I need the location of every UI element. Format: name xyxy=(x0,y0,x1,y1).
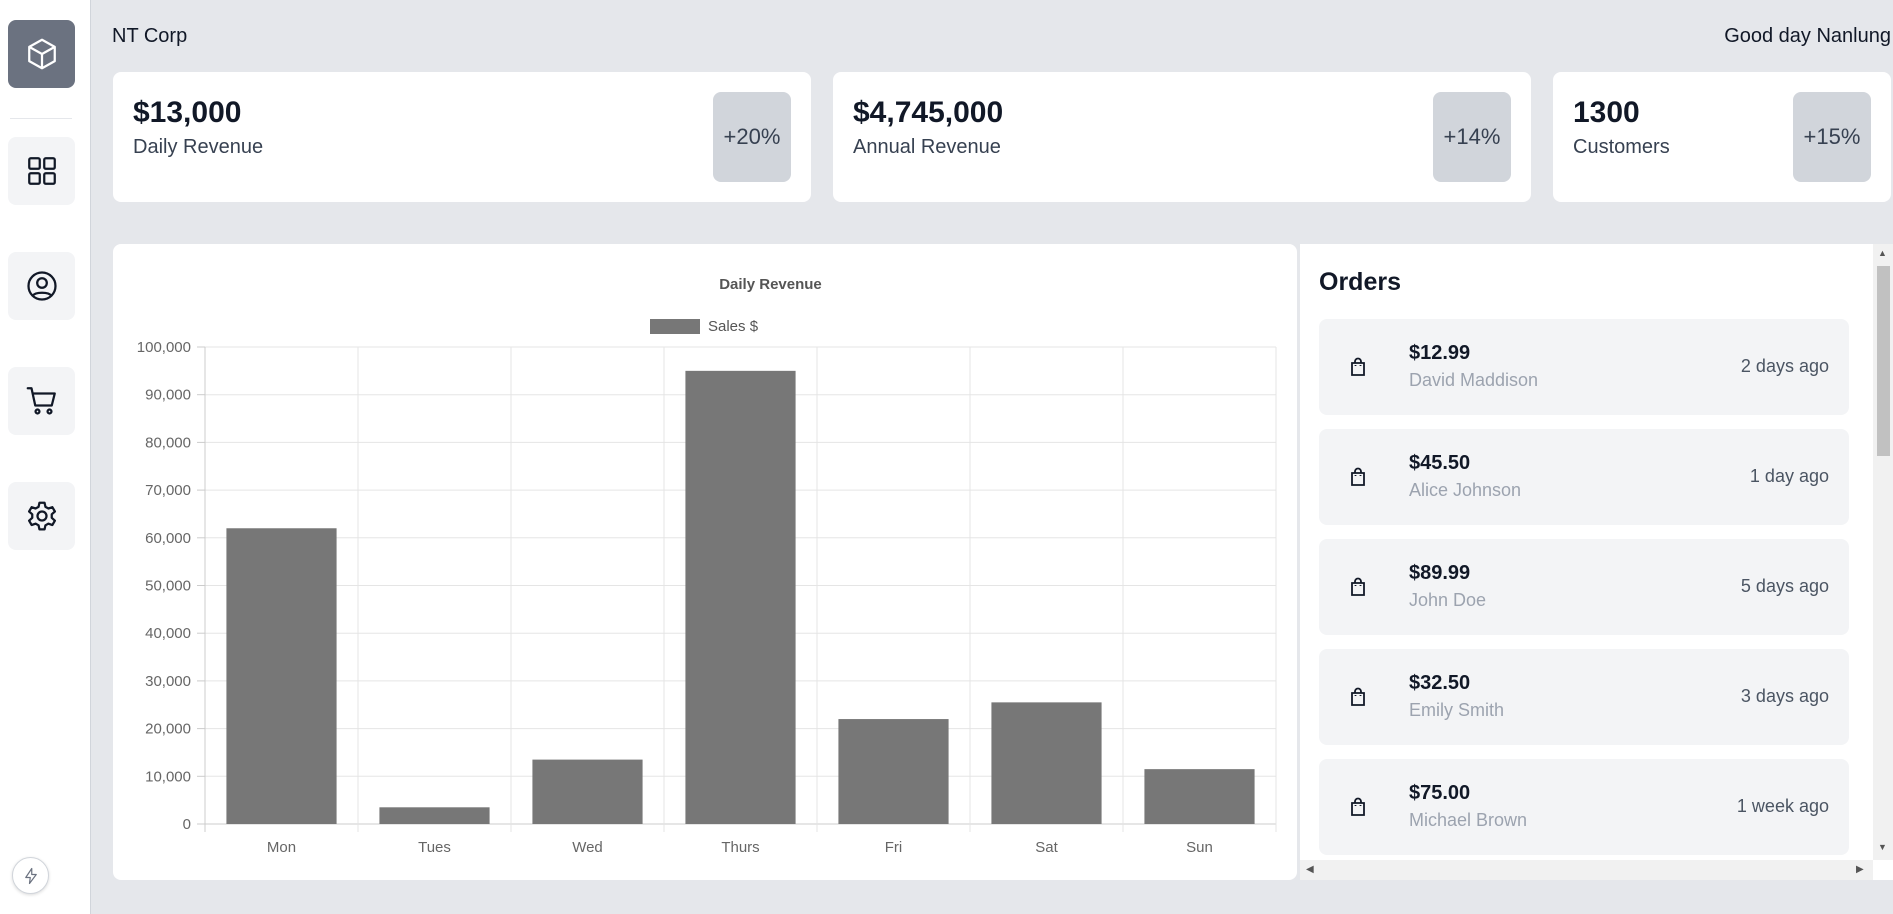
order-amount: $45.50 xyxy=(1409,452,1471,474)
y-tick-label: 30,000 xyxy=(145,673,191,690)
bar-fri xyxy=(838,719,949,824)
sidebar-divider xyxy=(10,118,72,119)
order-customer: Emily Smith xyxy=(1409,700,1505,720)
dashboard-icon xyxy=(27,157,56,185)
order-item[interactable]: $89.99 John Doe 5 days ago xyxy=(1319,539,1849,635)
y-tick-label: 100,000 xyxy=(137,339,191,356)
bar-tues xyxy=(379,807,490,824)
orders-panel: Orders $12.99 David Maddison 2 days ago … xyxy=(1300,244,1893,880)
shopping-bag-icon xyxy=(1351,357,1365,376)
x-tick-label: Tues xyxy=(418,839,451,856)
stat-label: Daily Revenue xyxy=(133,136,264,158)
y-tick-label: 60,000 xyxy=(145,530,191,547)
sidebar xyxy=(0,0,91,914)
order-item[interactable]: $32.50 Emily Smith 3 days ago xyxy=(1319,649,1849,745)
order-time: 3 days ago xyxy=(1740,686,1829,706)
bolt-button[interactable] xyxy=(12,857,49,894)
stat-card-daily-revenue: $13,000 Daily Revenue +20% xyxy=(113,72,811,202)
shopping-bag-icon xyxy=(1351,687,1365,706)
order-time: 5 days ago xyxy=(1740,576,1829,596)
legend-swatch xyxy=(650,319,700,334)
x-tick-label: Fri xyxy=(885,839,903,856)
scroll-right-arrow-icon[interactable]: ▶ xyxy=(1856,864,1864,875)
bolt-icon xyxy=(24,867,37,884)
stat-label: Customers xyxy=(1573,136,1670,158)
order-customer: John Doe xyxy=(1409,590,1487,610)
shopping-bag-icon xyxy=(1351,797,1365,816)
order-item[interactable]: $12.99 David Maddison 2 days ago xyxy=(1319,319,1849,415)
y-tick-label: 80,000 xyxy=(145,434,191,451)
scroll-left-arrow-icon[interactable]: ◀ xyxy=(1306,864,1314,875)
stat-change-badge: +20% xyxy=(713,92,791,182)
x-tick-label: Sat xyxy=(1035,839,1058,856)
cart-icon xyxy=(26,387,56,415)
stat-change-badge: +15% xyxy=(1793,92,1871,182)
stat-change-badge: +14% xyxy=(1433,92,1511,182)
x-tick-label: Sun xyxy=(1186,839,1213,856)
stat-value: $4,745,000 xyxy=(853,96,1004,129)
stat-card-customers: 1300 Customers +15% xyxy=(1553,72,1891,202)
orders-vertical-scrollbar[interactable]: ▲ ▼ xyxy=(1873,244,1893,860)
order-time: 2 days ago xyxy=(1740,356,1829,376)
x-tick-label: Wed xyxy=(572,839,603,856)
order-time: 1 day ago xyxy=(1749,466,1829,486)
stat-label: Annual Revenue xyxy=(853,136,1001,158)
order-item[interactable]: $45.50 Alice Johnson 1 day ago xyxy=(1319,429,1849,525)
x-tick-label: Mon xyxy=(267,839,296,856)
orders-horizontal-scrollbar[interactable]: ◀ ▶ xyxy=(1300,860,1873,880)
y-tick-label: 90,000 xyxy=(145,387,191,404)
order-amount: $32.50 xyxy=(1409,672,1471,694)
scroll-up-arrow-icon[interactable]: ▲ xyxy=(1878,248,1887,258)
bar-mon xyxy=(226,528,337,824)
shopping-bag-icon xyxy=(1351,467,1365,486)
order-amount: $75.00 xyxy=(1409,782,1471,804)
scrollbar-thumb[interactable] xyxy=(1877,266,1890,456)
order-item[interactable]: $75.00 Michael Brown 1 week ago xyxy=(1319,759,1849,855)
order-customer: Michael Brown xyxy=(1409,810,1528,830)
company-name: NT Corp xyxy=(112,25,188,47)
stat-value: 1300 xyxy=(1573,96,1640,129)
sidebar-item-customers[interactable] xyxy=(8,252,75,320)
bar-wed xyxy=(532,759,643,824)
y-tick-label: 70,000 xyxy=(145,482,191,499)
bar-sun xyxy=(1144,769,1255,824)
orders-title: Orders xyxy=(1319,268,1401,296)
user-circle-icon xyxy=(26,271,57,301)
order-time: 1 week ago xyxy=(1736,796,1829,816)
sidebar-item-home[interactable] xyxy=(8,20,75,88)
y-tick-label: 50,000 xyxy=(145,578,191,595)
chart-title: Daily Revenue xyxy=(719,276,822,293)
x-tick-label: Thurs xyxy=(721,839,759,856)
sidebar-item-orders[interactable] xyxy=(8,367,75,435)
y-tick-label: 0 xyxy=(183,816,191,833)
greeting: Good day Nanlung xyxy=(1724,25,1891,47)
y-tick-label: 40,000 xyxy=(145,625,191,642)
y-tick-label: 20,000 xyxy=(145,721,191,738)
revenue-chart-panel: Daily Revenue Sales $ 0 10,000 20,000 30,000 4… xyxy=(113,244,1297,880)
legend-label: Sales $ xyxy=(708,318,759,335)
cube-icon xyxy=(27,38,56,70)
order-customer: Alice Johnson xyxy=(1409,480,1522,500)
order-amount: $89.99 xyxy=(1409,562,1471,584)
stat-card-annual-revenue: $4,745,000 Annual Revenue +14% xyxy=(833,72,1531,202)
y-tick-label: 10,000 xyxy=(145,768,191,785)
order-customer: David Maddison xyxy=(1409,370,1539,390)
shopping-bag-icon xyxy=(1351,577,1365,596)
gear-icon xyxy=(27,501,56,531)
stat-value: $13,000 xyxy=(133,96,242,129)
revenue-chart: Daily Revenue Sales $ 0 10,000 20,000 30,000 4… xyxy=(137,276,1277,856)
bar-thurs xyxy=(685,370,796,824)
order-amount: $12.99 xyxy=(1409,342,1471,364)
sidebar-item-settings[interactable] xyxy=(8,482,75,550)
scroll-down-arrow-icon[interactable]: ▼ xyxy=(1878,842,1887,852)
bar-sat xyxy=(991,702,1102,824)
sidebar-item-dashboard[interactable] xyxy=(8,137,75,205)
